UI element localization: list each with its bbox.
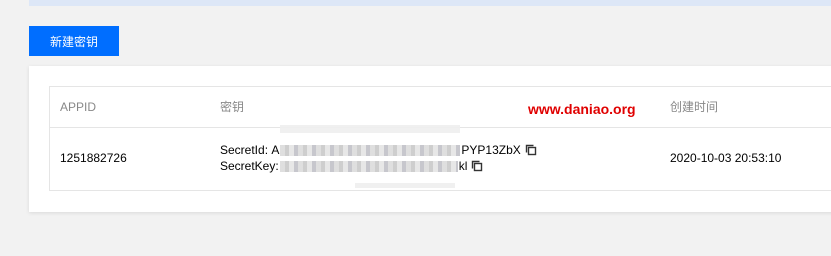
redaction-band-bottom: [355, 183, 455, 188]
keys-table: APPID 密钥 创建时间 www.daniao.org 1251882726 …: [49, 86, 831, 191]
secret-id-line: SecretId: A PYP13ZbX: [220, 142, 537, 158]
secret-key-label: SecretKey:: [220, 159, 279, 173]
table-header: APPID 密钥 创建时间: [50, 87, 831, 128]
secret-id-label: SecretId:: [220, 143, 269, 157]
created-time-cell: 2020-10-03 20:53:10: [670, 151, 782, 165]
column-header-key: 密钥: [220, 100, 245, 114]
key-cell: SecretId: A PYP13ZbX SecretKey: kl: [220, 142, 537, 174]
redaction-band-top: [280, 125, 460, 133]
column-header-appid: APPID: [60, 100, 97, 114]
secret-key-end: kl: [458, 159, 468, 173]
top-banner: [29, 0, 831, 6]
secret-id-end: PYP13ZbX: [461, 143, 521, 157]
copy-icon[interactable]: [525, 144, 537, 156]
appid-cell: 1251882726: [60, 151, 127, 165]
column-header-created: 创建时间: [670, 100, 719, 114]
secret-id-start: A: [271, 143, 280, 157]
keys-card: APPID 密钥 创建时间 www.daniao.org 1251882726 …: [29, 66, 831, 212]
secret-id-redacted: [280, 144, 461, 156]
secret-key-line: SecretKey: kl: [220, 158, 537, 174]
copy-icon[interactable]: [471, 160, 483, 172]
create-key-button[interactable]: 新建密钥: [29, 26, 119, 56]
watermark-text: www.daniao.org: [528, 101, 636, 117]
secret-key-redacted: [279, 160, 458, 172]
